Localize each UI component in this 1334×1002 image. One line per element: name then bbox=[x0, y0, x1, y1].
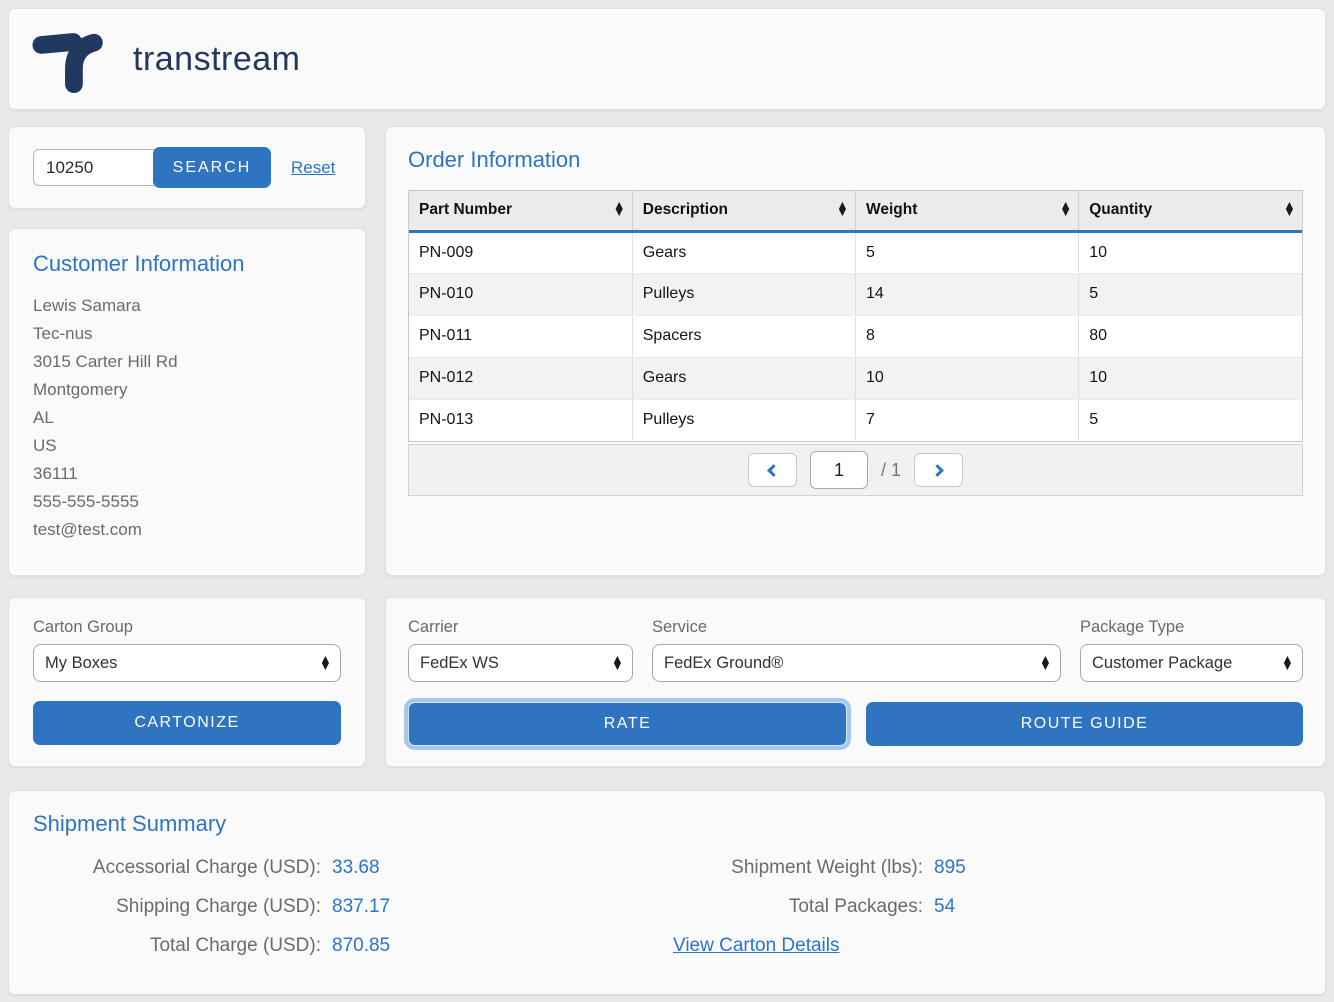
package-type-label: Package Type bbox=[1080, 618, 1303, 637]
total-packages-label: Total Packages: bbox=[673, 896, 923, 918]
sort-icon[interactable] bbox=[615, 202, 622, 216]
previous-page-button[interactable] bbox=[748, 453, 797, 487]
column-header-weight[interactable]: Weight bbox=[856, 191, 1079, 231]
customer-city: Montgomery bbox=[33, 376, 341, 404]
summary-weight-column: Shipment Weight (lbs): 895 Total Package… bbox=[673, 857, 1301, 974]
next-page-button[interactable] bbox=[914, 453, 963, 487]
column-header-quantity[interactable]: Quantity bbox=[1079, 191, 1302, 231]
shipment-summary-title: Shipment Summary bbox=[33, 811, 1301, 837]
summary-charges-column: Accessorial Charge (USD): 33.68 Shipping… bbox=[33, 857, 673, 974]
carrier-select[interactable]: FedEx WS bbox=[408, 644, 633, 682]
search-button[interactable]: SEARCH bbox=[153, 147, 271, 188]
column-header-part-number[interactable]: Part Number bbox=[409, 191, 632, 231]
order-search-input[interactable] bbox=[33, 149, 161, 186]
shipment-weight-label: Shipment Weight (lbs): bbox=[673, 857, 923, 879]
table-row: PN-011 Spacers 8 80 bbox=[409, 315, 1302, 357]
table-pagination: / 1 bbox=[408, 444, 1303, 496]
customer-name: Lewis Samara bbox=[33, 292, 341, 320]
table-row: PN-013 Pulleys 7 5 bbox=[409, 399, 1302, 441]
customer-phone: 555-555-5555 bbox=[33, 488, 341, 516]
route-guide-button[interactable]: ROUTE GUIDE bbox=[866, 702, 1303, 746]
customer-zip: 36111 bbox=[33, 460, 341, 488]
service-select[interactable]: FedEx Ground® bbox=[652, 644, 1061, 682]
order-search-panel: SEARCH Reset bbox=[8, 126, 366, 209]
customer-company: Tec-nus bbox=[33, 320, 341, 348]
sort-icon[interactable] bbox=[1062, 202, 1069, 216]
transtream-logo-icon bbox=[31, 22, 105, 96]
accessorial-charge-label: Accessorial Charge (USD): bbox=[33, 857, 321, 879]
shipment-weight-value: 895 bbox=[934, 857, 966, 879]
order-information-panel: Order Information Part Number Descriptio… bbox=[385, 126, 1326, 576]
cartonize-button[interactable]: CARTONIZE bbox=[33, 701, 341, 745]
chevron-left-icon bbox=[768, 464, 781, 477]
customer-street: 3015 Carter Hill Rd bbox=[33, 348, 341, 376]
sort-icon[interactable] bbox=[1286, 202, 1293, 216]
shipment-summary-panel: Shipment Summary Accessorial Charge (USD… bbox=[8, 790, 1326, 995]
chevron-updown-icon bbox=[1284, 656, 1291, 670]
service-label: Service bbox=[652, 618, 1061, 637]
order-information-title: Order Information bbox=[408, 147, 1303, 173]
page-total-label: / 1 bbox=[881, 460, 901, 481]
carton-group-panel: Carton Group My Boxes CARTONIZE bbox=[8, 597, 366, 767]
chevron-updown-icon bbox=[1042, 656, 1049, 670]
order-items-table: Part Number Description Weight Quan bbox=[408, 190, 1303, 442]
chevron-right-icon bbox=[931, 464, 944, 477]
accessorial-charge-value: 33.68 bbox=[332, 857, 380, 879]
customer-email: test@test.com bbox=[33, 516, 341, 544]
chevron-updown-icon bbox=[322, 656, 329, 670]
sort-icon[interactable] bbox=[839, 202, 846, 216]
customer-address-block: Lewis Samara Tec-nus 3015 Carter Hill Rd… bbox=[33, 292, 341, 544]
total-packages-value: 54 bbox=[934, 896, 955, 918]
table-row: PN-009 Gears 5 10 bbox=[409, 231, 1302, 273]
carrier-label: Carrier bbox=[408, 618, 633, 637]
customer-state: AL bbox=[33, 404, 341, 432]
carton-group-label: Carton Group bbox=[33, 618, 341, 637]
rating-panel: Carrier FedEx WS Service FedEx Ground® P… bbox=[385, 597, 1326, 767]
table-row: PN-010 Pulleys 14 5 bbox=[409, 273, 1302, 315]
reset-link[interactable]: Reset bbox=[291, 158, 335, 178]
column-header-description[interactable]: Description bbox=[632, 191, 855, 231]
customer-country: US bbox=[33, 432, 341, 460]
app-header: transtream bbox=[8, 8, 1326, 110]
shipping-charge-label: Shipping Charge (USD): bbox=[33, 896, 321, 918]
chevron-updown-icon bbox=[614, 656, 621, 670]
view-carton-details-link[interactable]: View Carton Details bbox=[673, 935, 840, 957]
total-charge-value: 870.85 bbox=[332, 935, 390, 957]
total-charge-label: Total Charge (USD): bbox=[33, 935, 321, 957]
package-type-select[interactable]: Customer Package bbox=[1080, 644, 1303, 682]
carton-group-select[interactable]: My Boxes bbox=[33, 644, 341, 682]
rate-button[interactable]: RATE bbox=[408, 702, 847, 746]
brand-name: transtream bbox=[133, 40, 301, 79]
shipping-charge-value: 837.17 bbox=[332, 896, 390, 918]
page-number-input[interactable] bbox=[810, 451, 868, 489]
customer-information-panel: Customer Information Lewis Samara Tec-nu… bbox=[8, 228, 366, 576]
customer-information-title: Customer Information bbox=[33, 251, 341, 277]
table-row: PN-012 Gears 10 10 bbox=[409, 357, 1302, 399]
